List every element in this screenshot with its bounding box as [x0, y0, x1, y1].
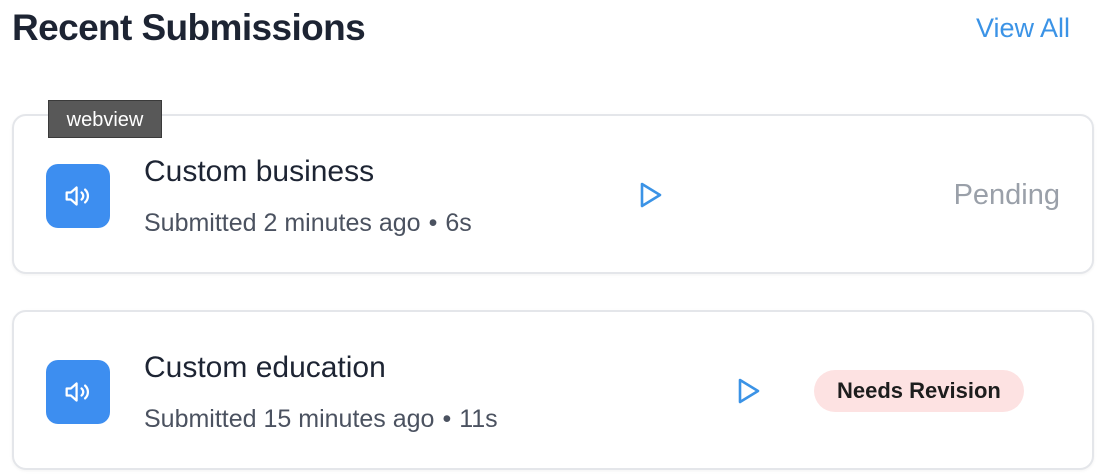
- play-button[interactable]: [634, 178, 668, 212]
- status-text: Pending: [953, 179, 1060, 211]
- view-all-link[interactable]: View All: [976, 12, 1070, 44]
- speaker-icon: [46, 164, 110, 228]
- duration: 6s: [445, 209, 472, 237]
- section-title: Recent Submissions: [12, 7, 366, 48]
- play-icon: [640, 182, 662, 208]
- submitted-time: Submitted 15 minutes ago: [144, 405, 435, 433]
- tooltip: webview: [48, 100, 162, 138]
- meta-separator: •: [442, 405, 452, 433]
- duration: 11s: [459, 405, 498, 433]
- submission-meta: Submitted 2 minutes ago • 6s: [144, 207, 472, 239]
- speaker-icon: [46, 360, 110, 424]
- submitted-time: Submitted 2 minutes ago: [144, 209, 421, 237]
- submission-title: Custom education: [144, 351, 386, 384]
- meta-separator: •: [428, 209, 438, 237]
- submission-card[interactable]: Custom education Submitted 15 minutes ag…: [12, 310, 1094, 470]
- submission-meta: Submitted 15 minutes ago • 11s: [144, 403, 498, 435]
- submission-card[interactable]: Custom business Submitted 2 minutes ago •…: [12, 114, 1094, 274]
- play-icon: [738, 378, 760, 404]
- status-badge: Needs Revision: [814, 370, 1024, 412]
- submission-title: Custom business: [144, 155, 375, 188]
- play-button[interactable]: [732, 374, 766, 408]
- recent-submissions-section: Recent Submissions View All Custom busin…: [0, 0, 1110, 474]
